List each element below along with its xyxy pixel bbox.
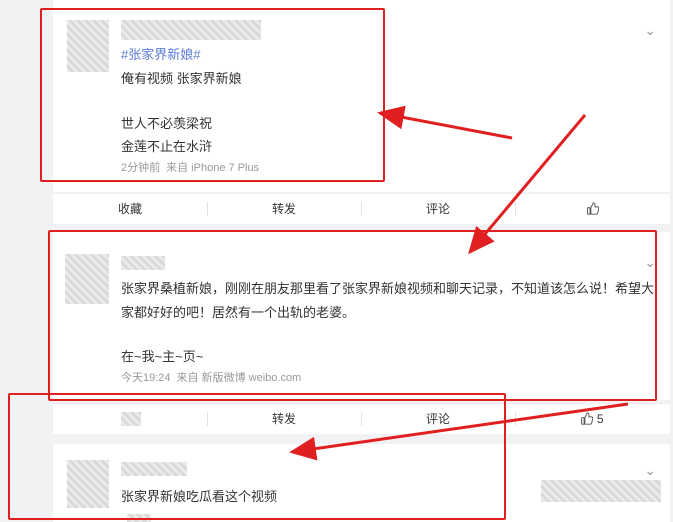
comment-label: 评论 [425, 202, 450, 216]
post-actions-1: 收藏 转发 评论 [53, 193, 670, 224]
chevron-down-icon[interactable]: ⌄ [644, 462, 656, 479]
thumbs-up-icon [586, 202, 599, 215]
repost-button[interactable]: 转发 [207, 194, 361, 224]
highlight-box-post-3 [8, 393, 506, 520]
chevron-down-icon[interactable]: ⌄ [644, 22, 656, 39]
like-button[interactable]: 5 [515, 404, 669, 434]
like-button[interactable] [515, 194, 669, 224]
highlight-box-post-2 [48, 230, 657, 401]
blurred-content [541, 480, 661, 502]
repost-label: 转发 [271, 202, 296, 216]
thumbs-up-icon [581, 412, 594, 425]
highlight-box-post-1 [40, 8, 385, 182]
like-count: 5 [596, 412, 604, 426]
comment-button[interactable]: 评论 [361, 194, 515, 224]
favorite-label: 收藏 [117, 202, 142, 216]
favorite-button[interactable]: 收藏 [53, 194, 207, 224]
